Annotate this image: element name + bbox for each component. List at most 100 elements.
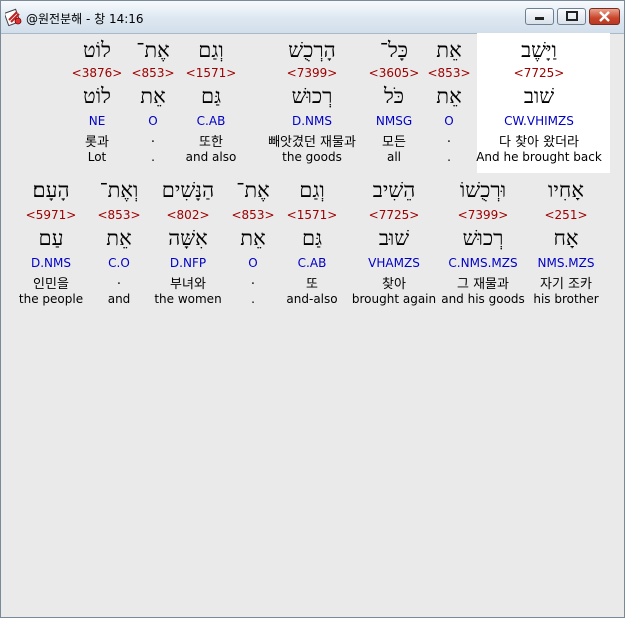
strong-number[interactable]: <802> [166,208,209,222]
morphology-code: O [148,114,158,128]
window-title: @원전분해 - 창 14:16 [26,12,144,26]
hebrew-word: וַיָּשֶׁב [521,38,557,62]
morphology-code: D.NFP [169,256,207,270]
hebrew-word: וְגַם [299,178,325,202]
morphology-code: C.NMS.MZS [448,256,518,270]
root-word: גַּם [200,84,222,108]
maximize-button[interactable] [557,8,586,25]
morphology-code: NE [88,114,106,128]
hebrew-word: אֶת־ [236,178,270,202]
english-gloss: and his goods [441,292,525,306]
english-gloss: and also [185,150,237,164]
morphology-code: C.AB [196,114,226,128]
morphology-code: C.O [108,256,130,270]
strong-number[interactable]: <3876> [72,66,123,80]
root-word: אִשָּׁה [168,226,208,250]
strong-number[interactable]: <1571> [287,208,338,222]
root-word: גַּם [301,226,323,250]
korean-gloss: 모든 [382,135,406,150]
strong-number[interactable]: <853> [427,66,470,80]
morphology-code: D.NMS [30,256,72,270]
bible-book-icon [5,8,22,26]
strong-number[interactable]: <7399> [458,208,509,222]
hebrew-word: הַנָּשִׁים [161,178,215,202]
morphology-code: VHAMZS [368,256,420,270]
korean-gloss: 롯과 [85,135,109,150]
korean-gloss: . [250,273,256,288]
strong-number[interactable]: <251> [544,208,587,222]
strong-number[interactable]: <5971> [26,208,77,222]
root-word: שׁוב [523,84,555,108]
morphology-code: NMSG [375,114,413,128]
english-gloss: and [107,292,131,306]
korean-gloss: 찾아 [382,277,406,292]
english-gloss: and-also [286,292,338,306]
strong-number[interactable]: <7725> [369,208,420,222]
korean-gloss: . [446,131,452,146]
root-word: רְכוּשׁ [291,84,333,108]
korean-gloss: . [150,131,156,146]
english-gloss: brought again [351,292,437,306]
root-word: אֵת [436,84,462,108]
morphology-code: C.AB [297,256,327,270]
korean-gloss: 또 [306,277,318,292]
root-word: אֵת [106,226,132,250]
english-gloss: the people [18,292,84,306]
hebrew-word: הֵשִׁיב [372,178,416,202]
hebrew-word: וְגַם [198,38,224,62]
hebrew-word: וּרְכֻשׁוֹ [459,178,507,202]
hebrew-word: לוֹט [83,38,111,62]
strong-number[interactable]: <7399> [287,66,338,80]
strong-number[interactable]: <853> [97,208,140,222]
root-word: אֵת [240,226,266,250]
english-gloss: all [386,150,402,164]
hebrew-word: אֵת [436,38,462,62]
hebrew-word: אֶת־ [136,38,170,62]
english-gloss: the women [154,292,222,306]
korean-gloss: 다 찾아 왔더라 [498,135,580,150]
root-word: אָח [553,226,579,250]
korean-gloss: . [116,273,122,288]
close-icon [599,11,610,22]
hebrew-word: כָּל־ [379,38,409,62]
hebrew-word: אָחִיו [548,178,584,202]
close-button[interactable] [589,8,620,25]
strong-number[interactable]: <3605> [369,66,420,80]
korean-gloss: 인민을 [33,277,69,292]
strong-number[interactable]: <7725> [514,66,565,80]
minimize-icon [535,17,544,20]
korean-gloss: 그 재물과 [457,277,509,292]
title-bar[interactable]: @원전분해 - 창 14:16 [1,1,624,34]
morphology-code: CW.VHIMZS [504,114,574,128]
english-gloss: his brother [533,292,599,306]
korean-gloss: 부녀와 [170,277,206,292]
morphology-code: O [248,256,258,270]
minimize-button[interactable] [525,8,554,25]
hebrew-word: וְאֶת־ [99,178,139,202]
root-word: שׁוּב [378,226,410,250]
root-word: לוֹט [83,84,111,108]
morphology-code: NMS.MZS [537,256,595,270]
english-gloss: And he brought back [476,150,602,164]
morphology-code: D.NMS [291,114,333,128]
strong-number[interactable]: <853> [231,208,274,222]
strong-number[interactable]: <1571> [186,66,237,80]
hebrew-word: הָעָם׃ [32,178,70,202]
english-gloss: . [151,150,155,164]
strong-number[interactable]: <853> [131,66,174,80]
english-gloss: . [251,292,255,306]
english-gloss: Lot [87,150,107,164]
root-word: רְכוּשׁ [462,226,504,250]
root-word: אֵת [140,84,166,108]
english-gloss: . [447,150,451,164]
english-gloss: the goods [282,150,342,164]
morphology-code: O [444,114,454,128]
root-word: כֹּל [383,84,405,108]
app-window: @원전분해 - 창 14:16 וַיָּשֶׁב <7725> שׁוב CW.VH… [0,0,625,618]
korean-gloss: 빼앗겼던 재물과 [268,135,356,150]
korean-gloss: 자기 조카 [540,277,592,292]
korean-gloss: 또한 [199,135,223,150]
hebrew-word: הָרְכֻשׁ [288,38,336,62]
root-word: עַם [38,226,64,250]
maximize-icon [566,11,578,21]
